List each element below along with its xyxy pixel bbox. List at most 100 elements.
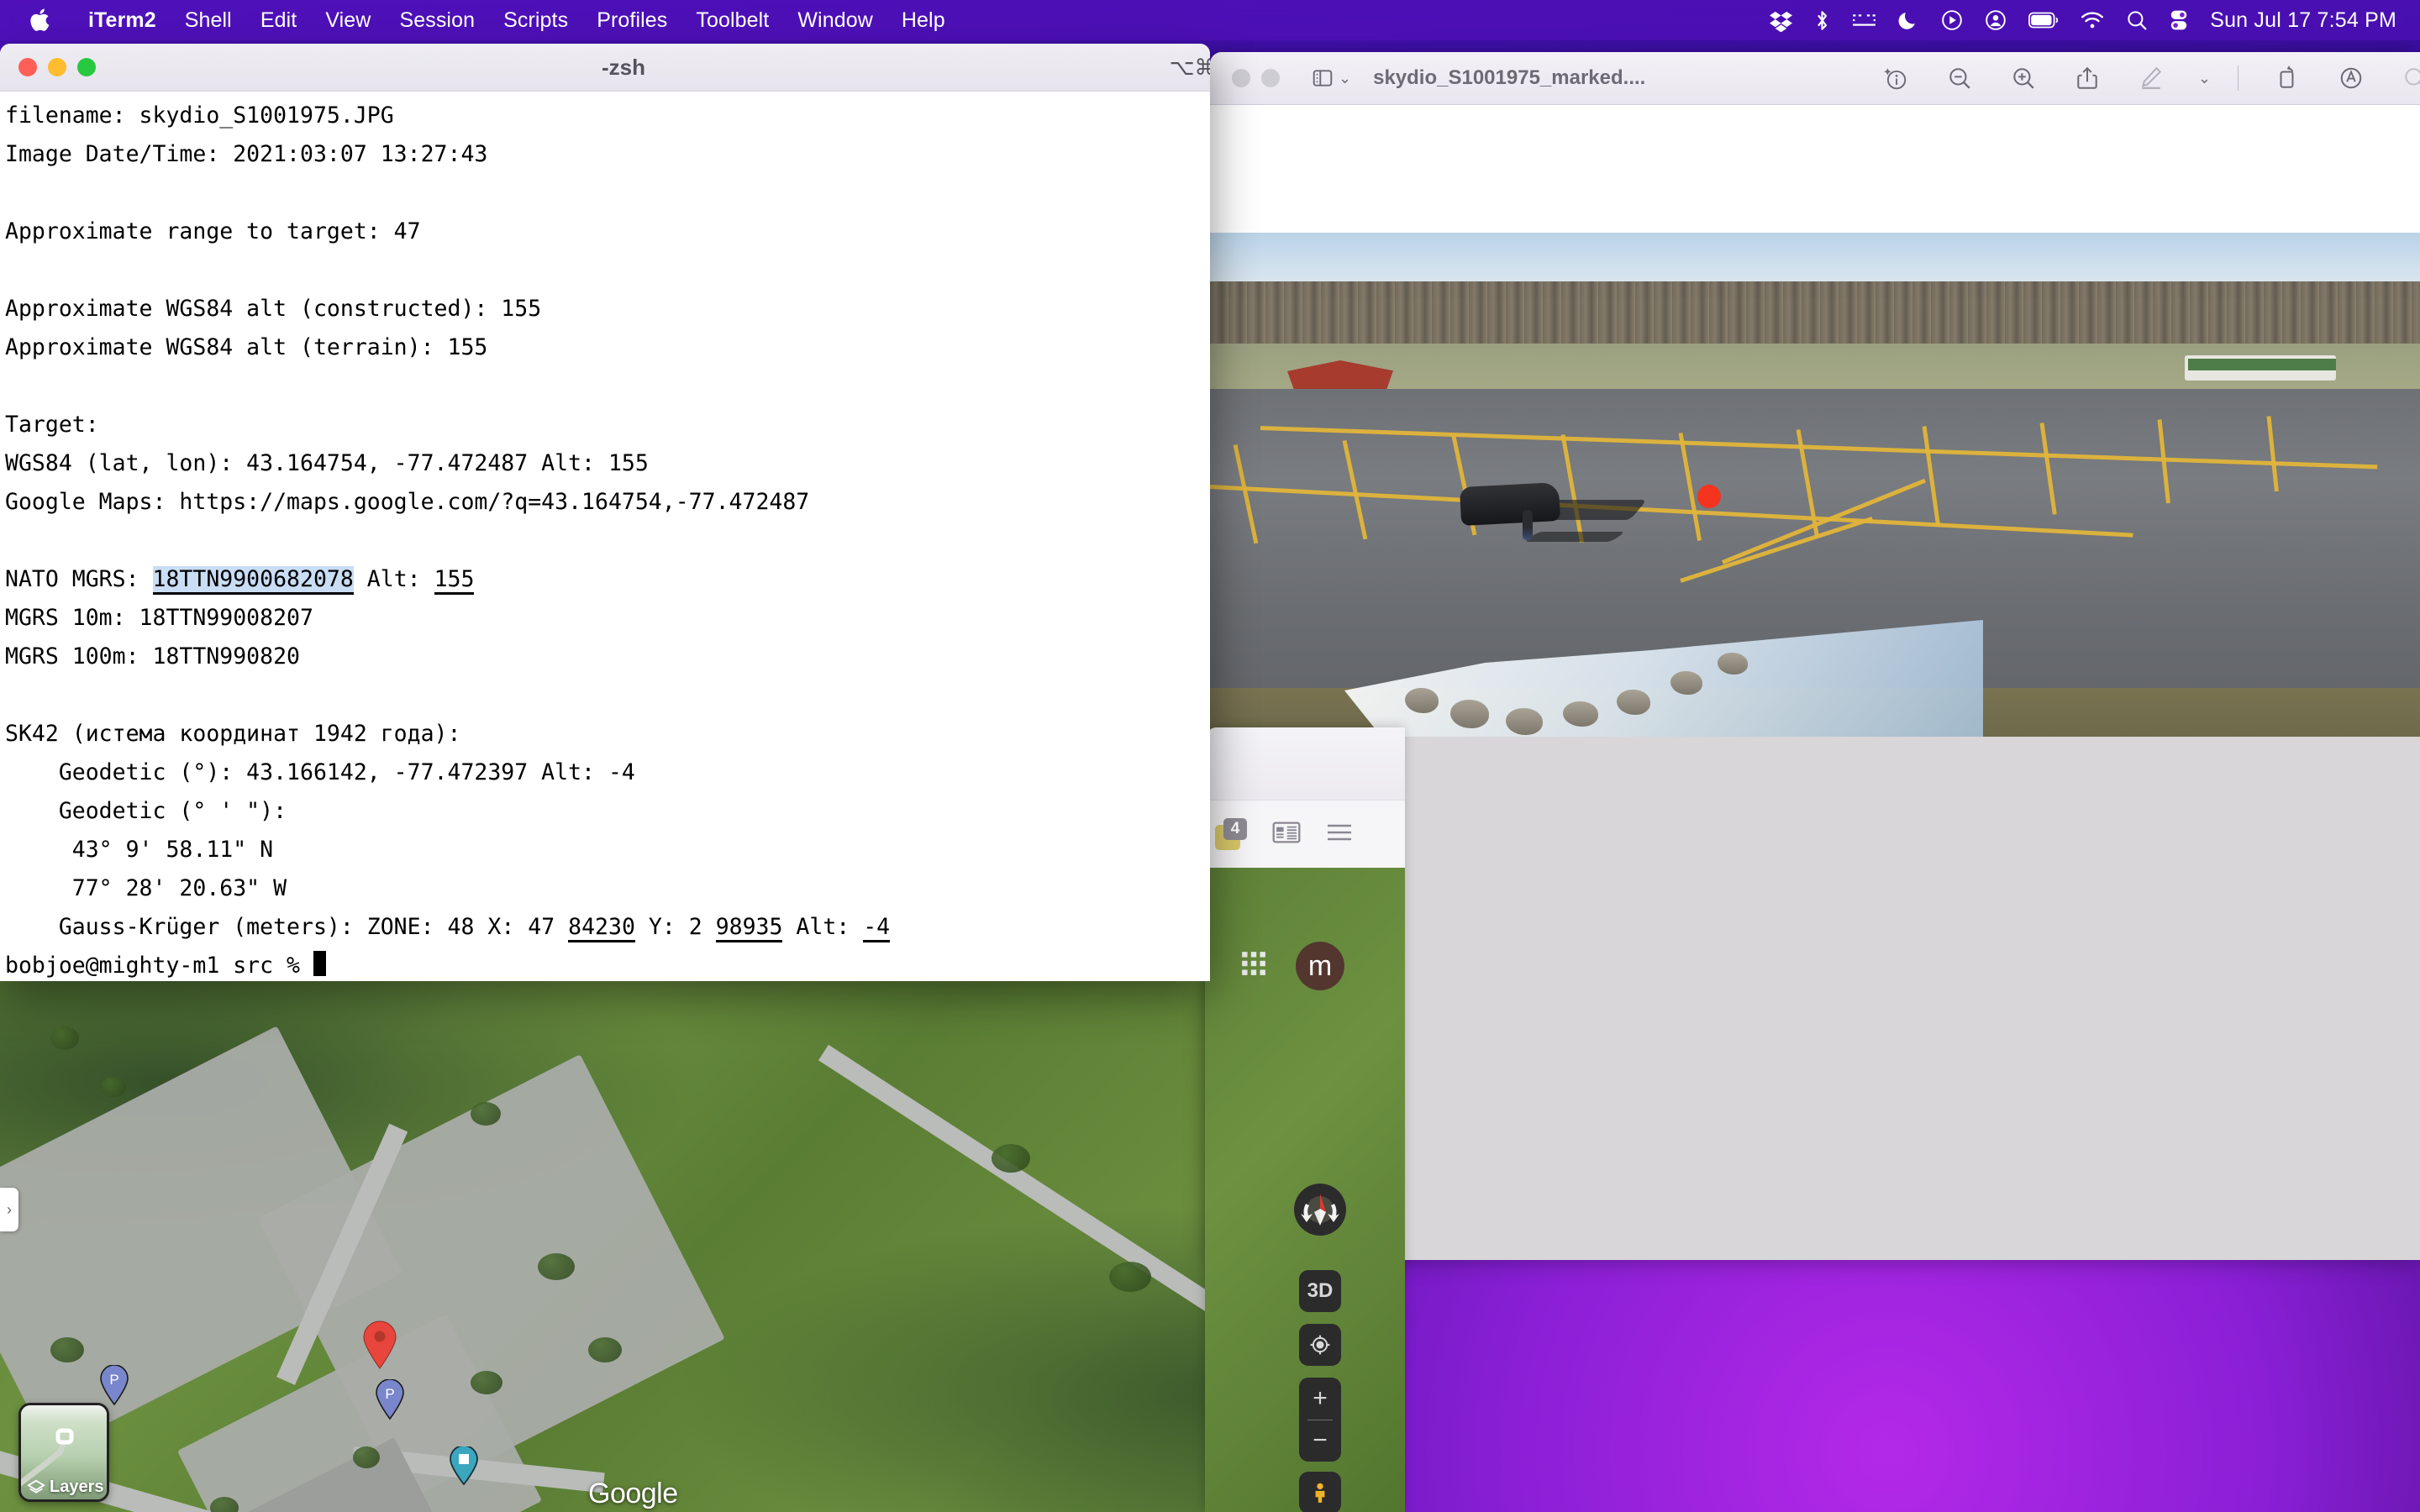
term-prompt: bobjoe@mighty-m1 src %	[5, 953, 313, 979]
map-3d-toggle[interactable]: 3D	[1299, 1270, 1341, 1312]
photo-rock	[1563, 701, 1598, 727]
svg-text:P: P	[385, 1386, 394, 1402]
map-marker-parking-left[interactable]: P	[99, 1364, 129, 1406]
map-compass-control[interactable]	[1294, 1184, 1346, 1236]
menu-item-shell[interactable]: Shell	[171, 0, 246, 40]
map-zoom-in-button[interactable]: +	[1299, 1378, 1341, 1420]
term-line-datetime: Image Date/Time: 2021:03:07 13:27:43	[5, 141, 488, 167]
google-maps-window[interactable]: P P	[0, 976, 1405, 1512]
menu-item-iterm2[interactable]: iTerm2	[74, 0, 171, 40]
map-pegman-button[interactable]	[1299, 1472, 1341, 1512]
browser-tab-bar[interactable]	[1205, 727, 1405, 800]
map-locate-button[interactable]	[1299, 1324, 1341, 1366]
spotlight-search-icon[interactable]	[2126, 6, 2148, 34]
map-canvas[interactable]: P P	[0, 976, 1405, 1512]
apple-logo-icon[interactable]	[27, 6, 55, 34]
terminal-output[interactable]: filename: skydio_S1001975.JPG Image Date…	[0, 92, 1210, 981]
map-marker-target[interactable]	[361, 1320, 398, 1369]
preview-info-button[interactable]	[1874, 60, 1918, 97]
map-layers-button[interactable]: Layers	[18, 1403, 109, 1502]
preview-markup-button[interactable]	[2129, 60, 2173, 97]
term-value-gk-alt: -4	[863, 914, 891, 942]
dropbox-icon[interactable]	[1770, 6, 1793, 34]
play-circle-icon[interactable]	[1941, 6, 1963, 34]
terminal-window[interactable]: -zsh ⌥⌘1 filename: skydio_S1001975.JPG I…	[0, 44, 1210, 981]
markup-chevron-down-icon[interactable]: ⌄	[2198, 70, 2211, 87]
tree	[50, 1337, 84, 1362]
control-center-icon[interactable]	[2170, 6, 2188, 34]
battery-icon[interactable]	[2028, 6, 2059, 34]
user-circle-glyph-icon	[1986, 10, 2007, 30]
preview-annotate-button[interactable]	[2329, 60, 2373, 97]
terminal-titlebar[interactable]: -zsh ⌥⌘1	[0, 44, 1210, 92]
browser-toolbar: 4	[1205, 800, 1405, 868]
map-marker-parking-right[interactable]: P	[375, 1378, 405, 1420]
tree	[471, 1371, 502, 1394]
preview-zoom-out-button[interactable]	[1938, 60, 1981, 97]
map-zoom-out-button[interactable]: −	[1299, 1420, 1341, 1462]
preview-minimize-button[interactable]	[1261, 69, 1280, 87]
photo-target-marker	[1697, 485, 1721, 508]
preview-rotate-button[interactable]	[2265, 60, 2309, 97]
preview-search-button[interactable]	[2393, 60, 2420, 97]
browser-account-avatar[interactable]: m	[1296, 942, 1344, 990]
preview-traffic-lights[interactable]	[1232, 69, 1280, 87]
tree	[588, 1337, 622, 1362]
browser-menu-button[interactable]	[1326, 822, 1353, 847]
term-label-gk-y: Y:	[634, 914, 689, 940]
menu-item-help[interactable]: Help	[887, 0, 960, 40]
menu-bar-status-area: Sun Jul 17 7:54 PM	[1770, 6, 2420, 34]
bluetooth-icon[interactable]	[1814, 6, 1830, 34]
dotted-box-icon	[1853, 14, 1876, 26]
screen: P P › Layers Google 3D + − ⌄ skydio_S100…	[0, 0, 2420, 1512]
reader-icon	[1272, 822, 1301, 843]
browser-tab-overview-button[interactable]: 4	[1215, 818, 1247, 850]
menu-bar-clock[interactable]: Sun Jul 17 7:54 PM	[2210, 8, 2396, 33]
term-line-wgs84: WGS84 (lat, lon): 43.164754, -77.472487 …	[5, 450, 649, 476]
menu-item-view[interactable]: View	[311, 0, 385, 40]
tab-count-badge: 4	[1223, 818, 1247, 840]
search-glyph-icon	[2128, 11, 2147, 30]
menu-item-scripts[interactable]: Scripts	[489, 0, 582, 40]
bluetooth-glyph-icon	[1818, 10, 1828, 30]
term-value-mgrs-selected[interactable]: 18TTN9900682078	[152, 566, 354, 595]
wifi-icon[interactable]	[2081, 6, 2104, 34]
zoom-in-icon	[2013, 68, 2034, 89]
map-3d-label: 3D	[1307, 1279, 1334, 1302]
tree	[50, 1026, 79, 1050]
markup-pen-icon	[2141, 66, 2162, 89]
term-line-alt-constructed: Approximate WGS84 alt (constructed): 155	[5, 296, 542, 322]
browser-reader-button[interactable]	[1272, 820, 1301, 849]
do-not-disturb-moon-icon[interactable]	[1898, 6, 1919, 34]
aerial-photograph	[1210, 233, 2420, 737]
apple-glyph-icon	[30, 8, 50, 31]
preview-sidebar-toggle[interactable]: ⌄	[1312, 67, 1351, 89]
preview-share-button[interactable]	[2065, 60, 2109, 97]
menu-item-profiles[interactable]: Profiles	[582, 0, 681, 40]
map-road-north	[818, 1044, 1252, 1336]
preview-close-button[interactable]	[1232, 69, 1250, 87]
term-label-mgrs: NATO MGRS:	[5, 566, 153, 592]
term-line-gmaps: Google Maps: https://maps.google.com/?q=…	[5, 489, 810, 515]
term-label-gk-alt: Alt:	[782, 914, 864, 940]
dots-icon[interactable]	[1852, 6, 1876, 34]
map-marker-place[interactable]	[449, 1445, 479, 1486]
map-side-drawer-handle[interactable]: ›	[0, 1188, 18, 1231]
play-circle-glyph-icon	[1942, 10, 1963, 30]
menu-bar-left: iTerm2 Shell Edit View Session Scripts P…	[0, 0, 960, 40]
apps-grid-button[interactable]	[1240, 950, 1267, 981]
preview-zoom-in-button[interactable]	[2002, 60, 2045, 97]
tree	[101, 1077, 126, 1097]
user-circle-icon[interactable]	[1985, 6, 2007, 34]
menu-item-session[interactable]: Session	[385, 0, 489, 40]
avatar-letter: m	[1307, 949, 1333, 982]
svg-text:P: P	[109, 1372, 118, 1388]
menu-item-window[interactable]: Window	[783, 0, 887, 40]
map-zoom-controls[interactable]: + −	[1299, 1378, 1341, 1462]
terminal-cursor	[313, 951, 326, 976]
menu-item-toolbelt[interactable]: Toolbelt	[681, 0, 783, 40]
red-location-pin-icon	[363, 1320, 397, 1369]
tree	[1109, 1262, 1151, 1292]
menu-item-edit[interactable]: Edit	[246, 0, 311, 40]
term-line-filename: filename: skydio_S1001975.JPG	[5, 102, 394, 129]
